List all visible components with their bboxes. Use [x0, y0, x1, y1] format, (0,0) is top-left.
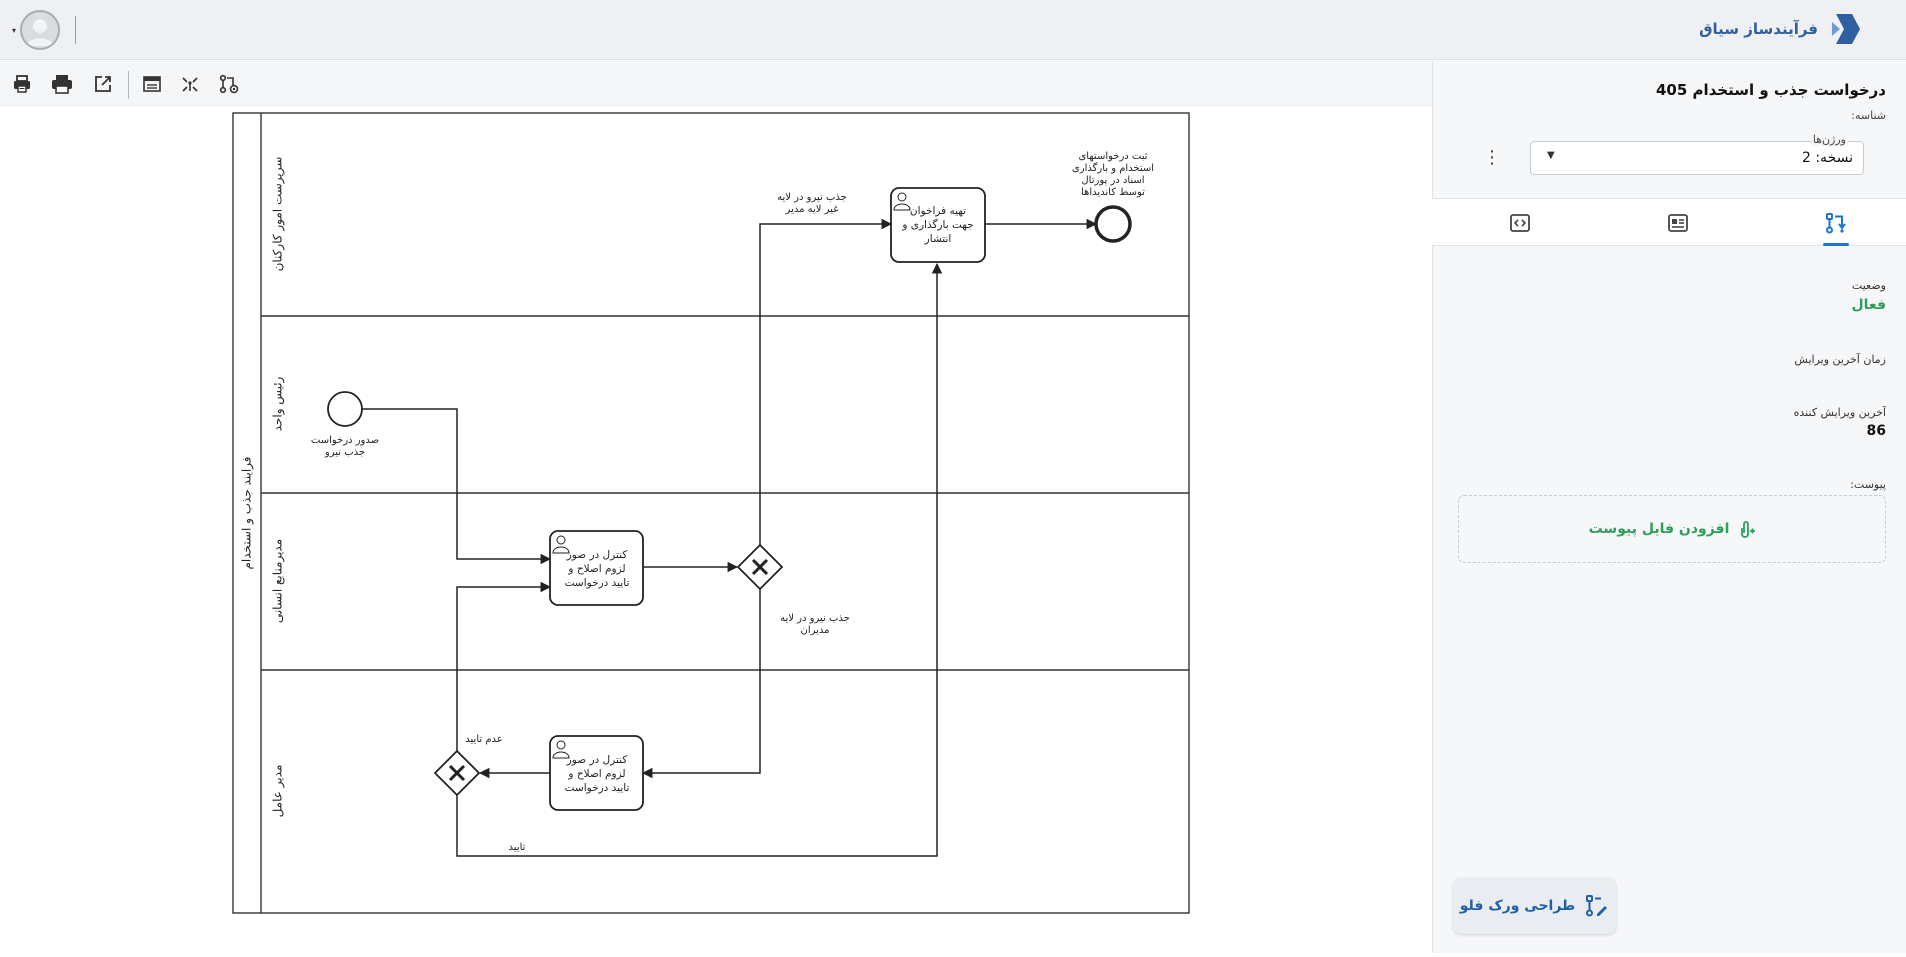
more-options-icon[interactable]: ⋮ — [1483, 149, 1501, 169]
flow-label-reject: عدم تایید — [465, 734, 502, 745]
start-event[interactable] — [327, 391, 363, 427]
flow-label-manager: جذب نیرو در لایه — [780, 613, 850, 624]
flow-label-non-manager: غیر لایه مدیر — [785, 204, 839, 215]
brand[interactable]: فرآیندساز سیاق — [1699, 10, 1864, 48]
task-hr-review[interactable]: کنترل در صور لزوم اصلاح و تایید درخواست — [549, 530, 644, 606]
lane-label-hr-supervisor: سرپرست امور کارکنان — [271, 157, 286, 272]
avatar-caret-icon[interactable]: ▾ — [12, 26, 16, 35]
start-event-label: صدور درخواست — [311, 435, 379, 446]
code-icon — [1510, 213, 1530, 232]
svg-text:تهیه فراخوان: تهیه فراخوان — [910, 205, 966, 217]
diagram-canvas[interactable]: فرایند جذب و استخدام سرپرست امور کارکنان… — [0, 107, 1432, 953]
add-attachment-button[interactable]: افزودن فایل پیوست — [1458, 495, 1886, 563]
add-attachment-label: افزودن فایل پیوست — [1588, 521, 1730, 537]
brand-name: فرآیندساز سیاق — [1699, 20, 1818, 38]
bpmn-diagram[interactable]: فرایند جذب و استخدام سرپرست امور کارکنان… — [0, 107, 1432, 953]
design-workflow-button[interactable]: طراحی ورک فلو — [1453, 878, 1616, 934]
dropdown-caret-icon: ▼ — [1547, 150, 1555, 161]
version-value: نسخه: 2 — [1801, 150, 1853, 166]
avatar[interactable] — [20, 10, 60, 50]
split-icon — [182, 77, 198, 92]
open-external-button[interactable] — [91, 72, 115, 96]
diagram-toolbar — [0, 61, 1432, 107]
panel-tabs — [1432, 198, 1906, 246]
lane-label-ceo: مدیر عامل — [271, 765, 286, 818]
task-ceo-review[interactable]: کنترل در صور لزوم اصلاح و تایید درخواست — [549, 735, 644, 811]
svg-text:کنترل در صور: کنترل در صور — [566, 754, 628, 766]
open-external-icon — [95, 76, 111, 92]
brand-logo-icon — [1832, 14, 1860, 44]
print-button[interactable] — [50, 72, 74, 96]
status-value: فعال — [1851, 297, 1886, 313]
design-workflow-icon — [1586, 895, 1608, 917]
versions-label: ورژن‌ها — [1810, 133, 1848, 146]
diagram-flow-icon — [1826, 212, 1846, 233]
lane-label-hr-manager: مدیرمنابع انسانی — [271, 539, 286, 623]
version-select[interactable]: نسخه: 2 ▼ — [1530, 141, 1864, 175]
end-event[interactable] — [1094, 205, 1132, 243]
process-settings-icon — [219, 74, 239, 94]
topbar-divider — [75, 16, 76, 44]
toolbar-divider — [128, 71, 129, 99]
svg-text:جهت بارگذاری و: جهت بارگذاری و — [901, 218, 973, 231]
last-edit-time-label: زمان آخرین ویرایش — [1794, 353, 1886, 366]
process-settings-button[interactable] — [217, 72, 241, 96]
task-publish-call[interactable]: تهیه فراخوان جهت بارگذاری و انتشار — [890, 187, 986, 263]
print-preview-button[interactable] — [10, 72, 34, 96]
svg-text:تایید درخواست: تایید درخواست — [565, 782, 630, 794]
svg-text:انتشار: انتشار — [924, 233, 952, 245]
start-event-label: جذب نیرو — [324, 447, 365, 458]
svg-text:لزوم اصلاح و: لزوم اصلاح و — [567, 768, 625, 780]
tab-details[interactable] — [1608, 199, 1748, 246]
end-event-label: ثبت درخواستهای — [1078, 151, 1147, 162]
svg-text:کنترل در صور: کنترل در صور — [566, 549, 628, 561]
tab-diagram[interactable] — [1766, 199, 1906, 246]
tab-code[interactable] — [1450, 199, 1590, 246]
split-button[interactable] — [178, 72, 202, 96]
svg-text:تایید درخواست: تایید درخواست — [565, 577, 630, 589]
print-icon — [52, 75, 72, 94]
attach-file-icon — [1741, 521, 1756, 538]
flow-label-approve: تایید — [509, 842, 526, 853]
flow-label-non-manager: جذب نیرو در لایه — [777, 192, 847, 203]
properties-panel: درخواست جذب و استخدام 405 شناسه: ورژن‌ها… — [1432, 61, 1906, 953]
table-view-icon — [143, 76, 161, 92]
pool[interactable] — [232, 112, 1190, 914]
top-bar: فرآیندساز سیاق ▾ — [0, 0, 1906, 60]
lane-label-unit-head: رئیس واحد — [271, 376, 286, 431]
process-title: درخواست جذب و استخدام 405 — [1655, 81, 1886, 99]
table-view-button[interactable] — [140, 72, 164, 96]
end-event-label: اسناد در پورتال — [1081, 175, 1144, 186]
status-label: وضعیت — [1851, 279, 1886, 292]
end-event-label: استخدام و بارگذاری — [1072, 162, 1154, 174]
flow-label-manager: مدیران — [800, 625, 829, 636]
last-editor-label: آخرین ویرایش کننده — [1793, 406, 1886, 419]
design-workflow-label: طراحی ورک فلو — [1459, 898, 1576, 914]
pool-label: فرایند جذب و استخدام — [240, 456, 255, 569]
end-event-label: توسط کاندیداها — [1081, 187, 1145, 198]
user-icon — [26, 19, 54, 46]
attachment-label: پیوست: — [1850, 478, 1886, 491]
id-label: شناسه: — [1851, 109, 1886, 122]
print-preview-icon — [14, 75, 30, 93]
svg-text:لزوم اصلاح و: لزوم اصلاح و — [567, 563, 625, 575]
last-editor-value: 86 — [1866, 423, 1886, 439]
details-icon — [1668, 213, 1688, 232]
